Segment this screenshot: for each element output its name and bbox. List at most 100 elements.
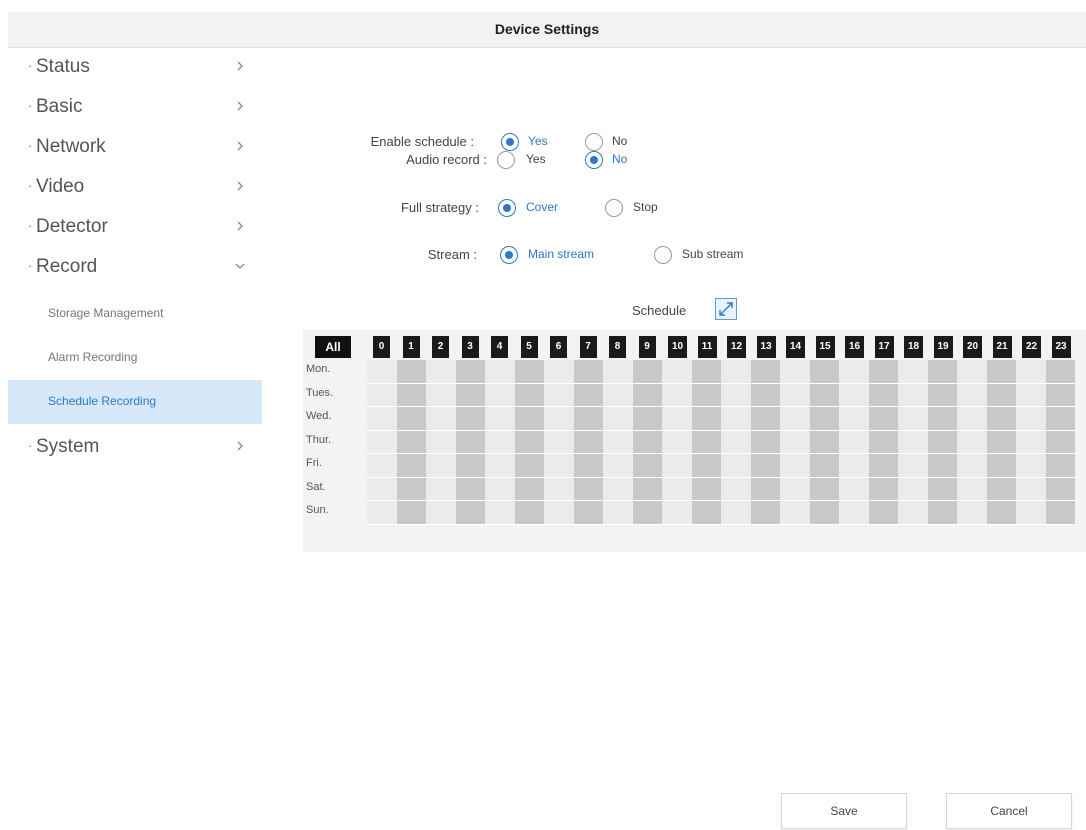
- schedule-slot[interactable]: [426, 477, 456, 501]
- schedule-slot[interactable]: [868, 477, 898, 501]
- schedule-slot[interactable]: [662, 360, 692, 384]
- schedule-slot[interactable]: [957, 501, 987, 525]
- schedule-slot[interactable]: [544, 454, 574, 478]
- schedule-slot[interactable]: [632, 454, 662, 478]
- stream-sub-label[interactable]: Sub stream: [682, 247, 743, 261]
- schedule-slot[interactable]: [603, 454, 633, 478]
- day-label-3[interactable]: Thur.: [303, 434, 365, 454]
- day-label-6[interactable]: Sun.: [303, 504, 365, 524]
- schedule-slot[interactable]: [544, 477, 574, 501]
- schedule-slot[interactable]: [780, 501, 810, 525]
- schedule-slot[interactable]: [1045, 454, 1075, 478]
- schedule-slot[interactable]: [632, 477, 662, 501]
- schedule-slot[interactable]: [957, 383, 987, 407]
- schedule-slot[interactable]: [485, 430, 515, 454]
- schedule-slot[interactable]: [957, 430, 987, 454]
- schedule-slot[interactable]: [426, 383, 456, 407]
- full-strategy-stop-label[interactable]: Stop: [633, 200, 658, 214]
- schedule-slot[interactable]: [1045, 477, 1075, 501]
- schedule-slot[interactable]: [691, 501, 721, 525]
- schedule-slot[interactable]: [809, 477, 839, 501]
- hour-button-12[interactable]: 12: [727, 336, 746, 358]
- schedule-slot[interactable]: [603, 477, 633, 501]
- schedule-slot[interactable]: [986, 383, 1016, 407]
- schedule-slot[interactable]: [868, 501, 898, 525]
- hour-button-22[interactable]: 22: [1022, 336, 1041, 358]
- schedule-slot[interactable]: [662, 407, 692, 431]
- schedule-slot[interactable]: [898, 430, 928, 454]
- schedule-slot[interactable]: [809, 407, 839, 431]
- schedule-slot[interactable]: [632, 383, 662, 407]
- schedule-slot[interactable]: [396, 407, 426, 431]
- schedule-slot[interactable]: [485, 383, 515, 407]
- schedule-slot[interactable]: [898, 454, 928, 478]
- schedule-slot[interactable]: [1045, 430, 1075, 454]
- schedule-slot[interactable]: [839, 407, 869, 431]
- hour-button-15[interactable]: 15: [815, 336, 835, 358]
- schedule-slot[interactable]: [809, 383, 839, 407]
- schedule-slot[interactable]: [691, 477, 721, 501]
- schedule-slot[interactable]: [1045, 407, 1075, 431]
- schedule-slot[interactable]: [839, 360, 869, 384]
- schedule-slot[interactable]: [927, 454, 957, 478]
- stream-main-radio[interactable]: [500, 246, 518, 264]
- schedule-slot[interactable]: [514, 454, 544, 478]
- schedule-slot[interactable]: [514, 407, 544, 431]
- schedule-slot[interactable]: [455, 430, 485, 454]
- schedule-slot[interactable]: [485, 360, 515, 384]
- schedule-slot[interactable]: [514, 383, 544, 407]
- stream-sub-radio[interactable]: [654, 246, 672, 264]
- schedule-slot[interactable]: [1016, 501, 1046, 525]
- schedule-slot[interactable]: [396, 501, 426, 525]
- schedule-slot[interactable]: [514, 501, 544, 525]
- schedule-slot[interactable]: [1016, 477, 1046, 501]
- cancel-button[interactable]: Cancel: [946, 793, 1072, 829]
- schedule-slot[interactable]: [721, 501, 751, 525]
- schedule-slot[interactable]: [868, 454, 898, 478]
- hour-button-17[interactable]: 17: [874, 336, 894, 358]
- sidebar-item-basic[interactable]: · Basic: [8, 88, 262, 128]
- hour-button-18[interactable]: 18: [904, 336, 923, 358]
- day-label-4[interactable]: Fri.: [303, 457, 365, 477]
- schedule-slot[interactable]: [455, 501, 485, 525]
- hour-button-20[interactable]: 20: [963, 336, 982, 358]
- schedule-slot[interactable]: [485, 501, 515, 525]
- schedule-slot[interactable]: [1016, 383, 1046, 407]
- schedule-slot[interactable]: [603, 501, 633, 525]
- schedule-slot[interactable]: [632, 360, 662, 384]
- schedule-slot[interactable]: [632, 430, 662, 454]
- schedule-slot[interactable]: [455, 454, 485, 478]
- stream-main-label[interactable]: Main stream: [528, 247, 594, 261]
- schedule-slot[interactable]: [426, 501, 456, 525]
- schedule-slot[interactable]: [986, 454, 1016, 478]
- schedule-slot[interactable]: [839, 454, 869, 478]
- schedule-slot[interactable]: [986, 477, 1016, 501]
- schedule-slot[interactable]: [957, 360, 987, 384]
- schedule-slot[interactable]: [986, 360, 1016, 384]
- schedule-slot[interactable]: [809, 454, 839, 478]
- schedule-slot[interactable]: [485, 407, 515, 431]
- hour-button-19[interactable]: 19: [933, 336, 953, 358]
- schedule-slot[interactable]: [780, 407, 810, 431]
- hour-button-3[interactable]: 3: [461, 336, 479, 358]
- schedule-slot[interactable]: [721, 360, 751, 384]
- schedule-slot[interactable]: [750, 501, 780, 525]
- schedule-slot[interactable]: [367, 454, 397, 478]
- full-strategy-cover-label[interactable]: Cover: [526, 200, 558, 214]
- schedule-slot[interactable]: [780, 383, 810, 407]
- schedule-slot[interactable]: [1016, 407, 1046, 431]
- schedule-slot[interactable]: [721, 407, 751, 431]
- schedule-slot[interactable]: [898, 407, 928, 431]
- schedule-slot[interactable]: [544, 360, 574, 384]
- schedule-slot[interactable]: [868, 430, 898, 454]
- schedule-slot[interactable]: [691, 407, 721, 431]
- schedule-slot[interactable]: [573, 454, 603, 478]
- schedule-slot[interactable]: [1016, 360, 1046, 384]
- schedule-slot[interactable]: [426, 430, 456, 454]
- schedule-slot[interactable]: [426, 454, 456, 478]
- hour-button-6[interactable]: 6: [550, 336, 567, 358]
- schedule-slot[interactable]: [603, 407, 633, 431]
- schedule-slot[interactable]: [957, 454, 987, 478]
- hour-button-4[interactable]: 4: [491, 336, 508, 358]
- enable-schedule-yes-label[interactable]: Yes: [528, 134, 548, 148]
